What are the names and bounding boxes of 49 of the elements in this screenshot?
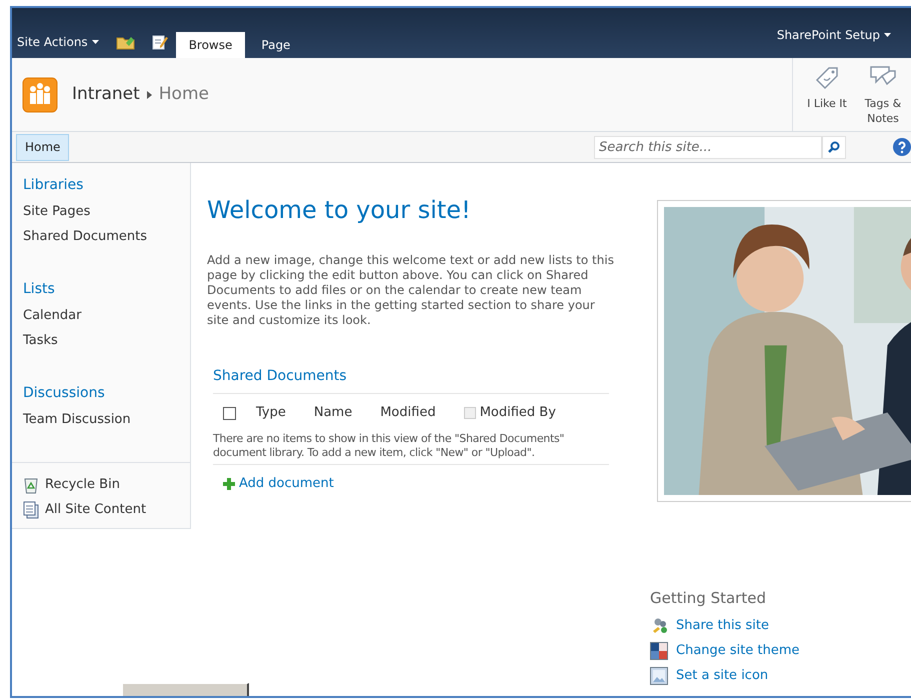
social-button[interactable]: Tags & Notes <box>855 58 911 131</box>
nav-link[interactable]: Shared Documents <box>23 227 190 252</box>
site-actions-menu[interactable]: Site Actions <box>12 33 104 58</box>
empty-message: There are no items to show in this view of the "Shared Documents" document library. To add a new item, click "New" or "Upload". <box>213 432 609 465</box>
column-icon <box>464 407 476 419</box>
nav-link[interactable]: Tasks <box>23 331 190 356</box>
help-icon[interactable] <box>893 138 911 156</box>
add-document-link[interactable]: Add document <box>239 474 334 494</box>
theme-swatch-icon <box>650 642 668 660</box>
nav-link[interactable]: Team Discussion <box>23 410 190 435</box>
column-header[interactable]: Modified <box>380 403 436 423</box>
getting-started-link[interactable]: Share this site <box>676 616 769 636</box>
caret-icon <box>884 33 891 37</box>
section-heading[interactable]: Discussions <box>23 383 190 404</box>
site-logo-icon <box>22 76 58 112</box>
recycle-bin-icon <box>23 476 39 494</box>
web-part-title[interactable]: Shared Documents <box>213 366 609 394</box>
user-menu[interactable]: SharePoint Setup <box>776 26 891 44</box>
ribbon-tab[interactable]: Page <box>248 32 304 58</box>
nav-tab[interactable]: Home <box>16 134 70 160</box>
section-heading[interactable]: Libraries <box>23 175 190 196</box>
getting-started-heading: Getting Started <box>650 588 767 609</box>
nav-link[interactable]: Recycle Bin <box>45 474 120 494</box>
breadcrumb-arrow-icon <box>146 90 152 98</box>
section-heading[interactable]: Lists <box>23 279 190 300</box>
select-all-checkbox[interactable] <box>223 406 236 420</box>
plus-icon <box>223 478 235 490</box>
documents-icon <box>23 500 39 518</box>
page-title: Home <box>158 82 209 106</box>
search-field[interactable]: Search this site... <box>594 136 822 158</box>
ribbon-tab[interactable]: Browse <box>176 32 246 58</box>
folder-arrow-icon[interactable] <box>116 34 136 50</box>
welcome-text: Add a new image, change this welcome text or add new lists to this page by clicking the edit button above. You can click on Shared Documents to add files or on the calendar to create new team events. Use the links in the getting started section to share your site and customize its look. <box>207 253 615 328</box>
edit-page-icon[interactable] <box>152 34 168 50</box>
column-header[interactable]: Modified By <box>480 403 556 423</box>
getting-started-link[interactable]: Change site theme <box>676 641 800 661</box>
getting-started-link[interactable]: Set a site icon <box>676 666 768 686</box>
column-header[interactable]: Type <box>256 403 286 423</box>
search-button[interactable] <box>822 136 846 158</box>
nav-link[interactable]: All Site Content <box>45 500 146 520</box>
welcome-heading: Welcome to your site! <box>207 195 472 225</box>
nav-link[interactable]: Site Pages <box>23 202 190 227</box>
column-header[interactable]: Name <box>314 403 352 423</box>
search-icon <box>828 141 840 153</box>
site-title-link[interactable]: Intranet <box>72 82 140 108</box>
image-icon <box>650 667 668 685</box>
nav-link[interactable]: Calendar <box>23 306 190 331</box>
caret-icon <box>92 40 99 44</box>
social-button[interactable]: I Like It <box>799 58 855 131</box>
